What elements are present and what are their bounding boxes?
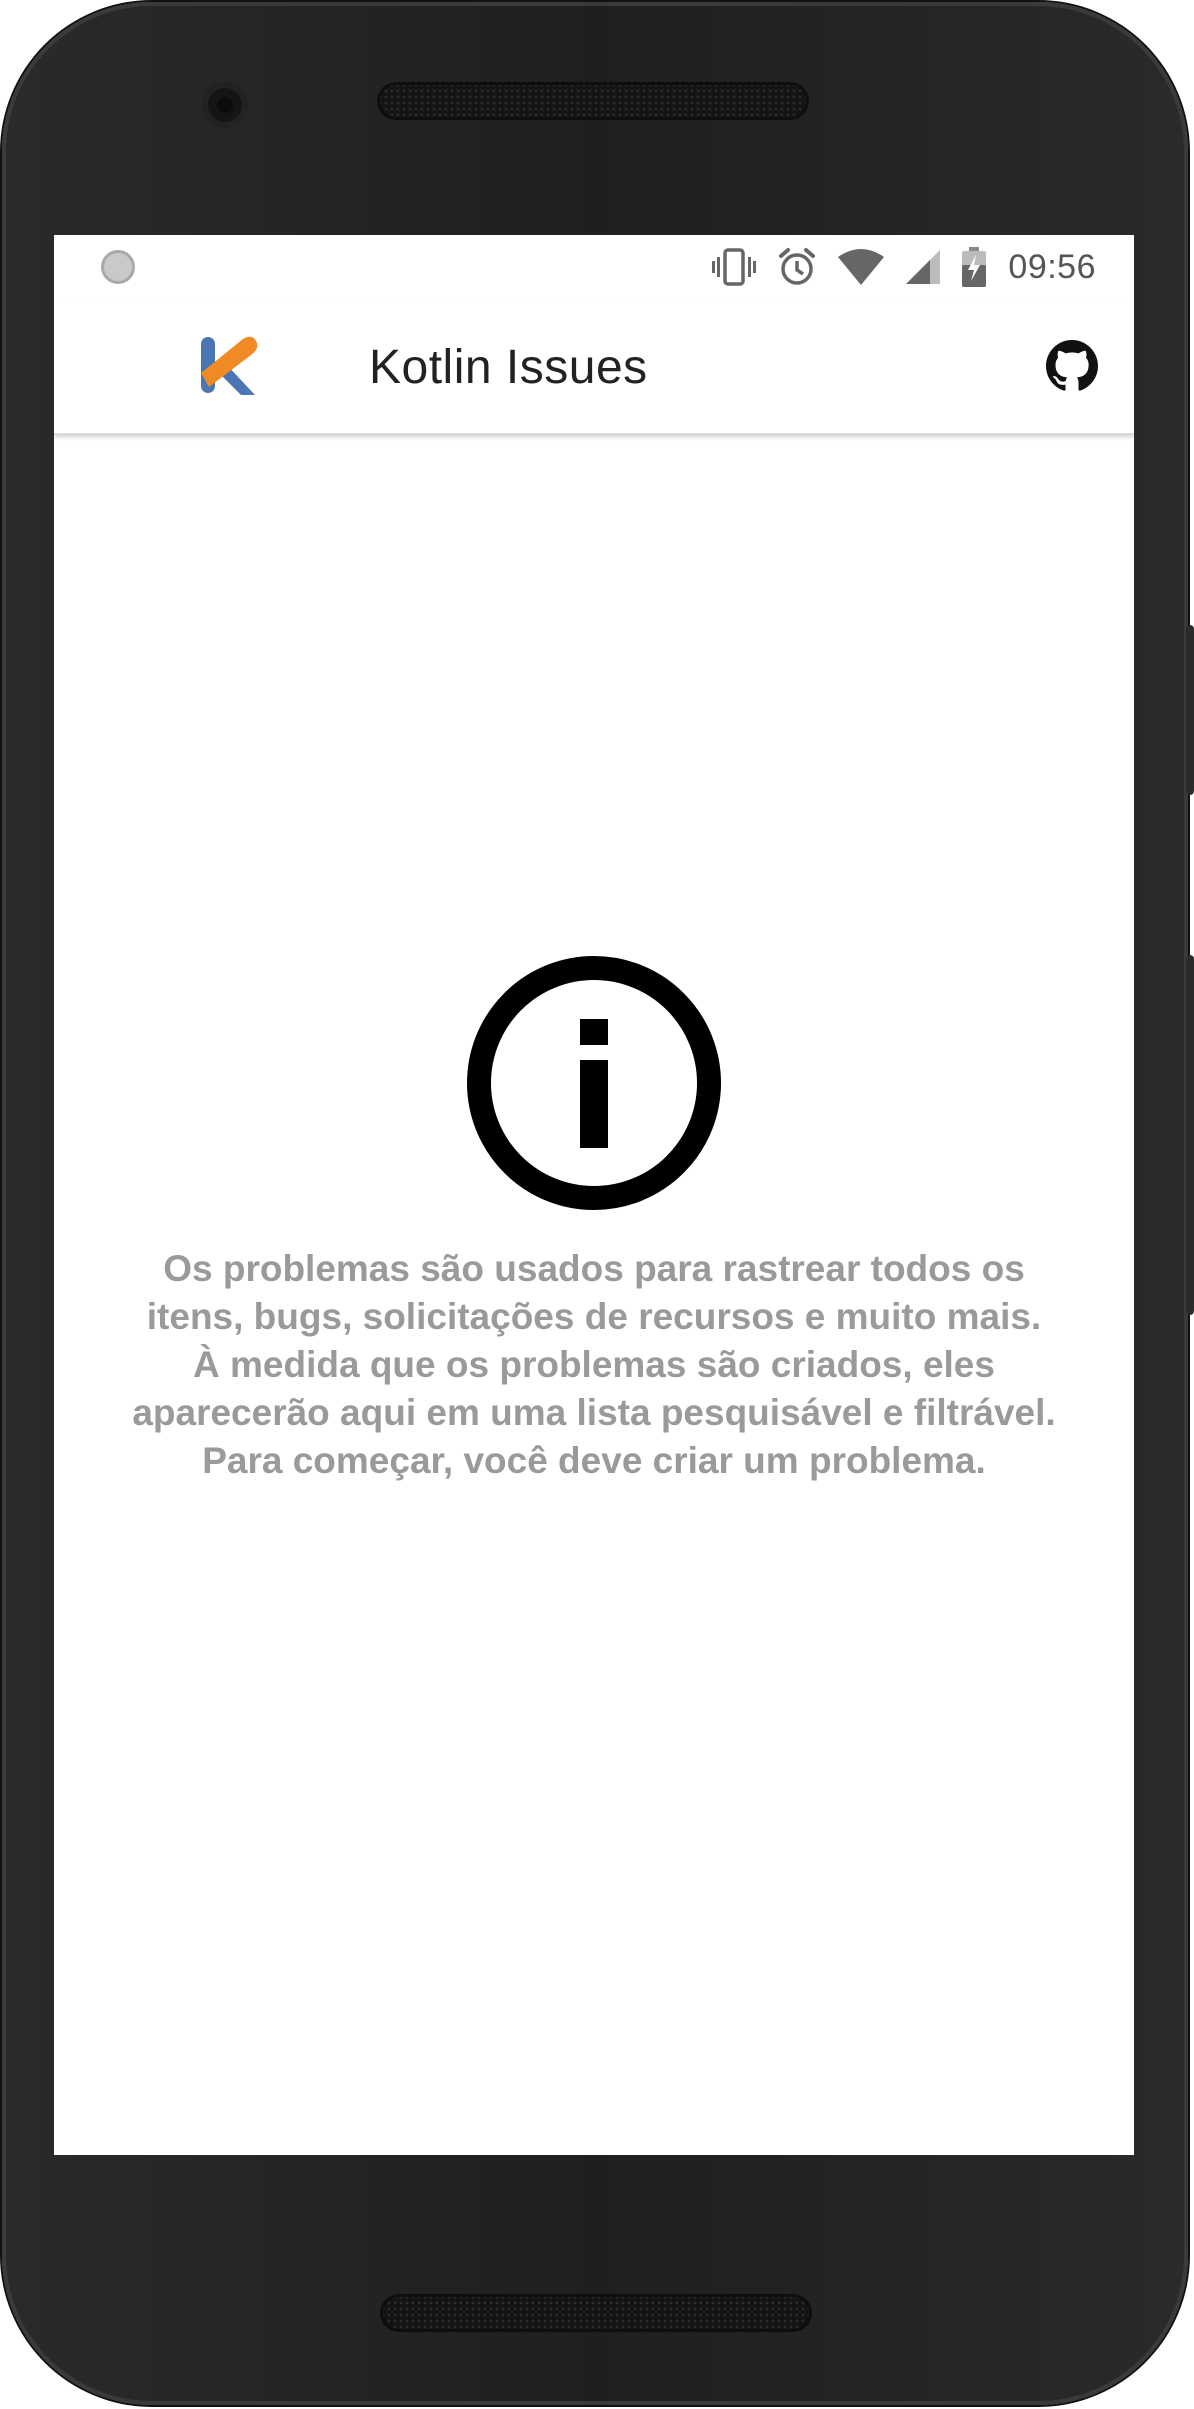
power-button [1186,625,1194,795]
top-speaker-grille [377,82,809,120]
vibrate-icon [712,248,757,286]
empty-state-message: Os problemas são usados para rastrear to… [94,1245,1094,1485]
info-icon [467,956,721,1210]
app-screen: 09:56 Kotlin Issues Os problemas são usa… [54,235,1134,2155]
status-time: 09:56 [1008,247,1096,286]
empty-state-line: aparecerão aqui em uma lista pesquisável… [132,1392,1056,1433]
empty-state-line: itens, bugs, solicitações de recursos e … [146,1296,1042,1337]
signal-icon [906,250,941,284]
empty-state: Os problemas são usados para rastrear to… [54,955,1134,1485]
empty-state-line: Para começar, você deve criar um problem… [202,1440,986,1481]
front-camera [202,82,248,128]
device-frame: 09:56 Kotlin Issues Os problemas são usa… [2,2,1188,2405]
bottom-speaker-grille [380,2294,812,2332]
status-bar: 09:56 [54,235,1134,298]
volume-button [1186,955,1194,1315]
github-icon [1046,340,1098,391]
empty-state-line: Os problemas são usados para rastrear to… [163,1248,1025,1289]
notification-dot-icon [101,250,135,284]
status-icons: 09:56 [712,245,1096,289]
app-bar: Kotlin Issues [54,298,1134,434]
github-button[interactable] [1044,338,1100,394]
alarm-icon [779,248,816,285]
empty-state-line: À medida que os problemas são criados, e… [193,1344,995,1385]
kotlin-logo-icon [201,336,258,395]
wifi-icon [838,249,885,285]
app-title: Kotlin Issues [369,341,648,394]
battery-charging-icon [962,247,987,287]
